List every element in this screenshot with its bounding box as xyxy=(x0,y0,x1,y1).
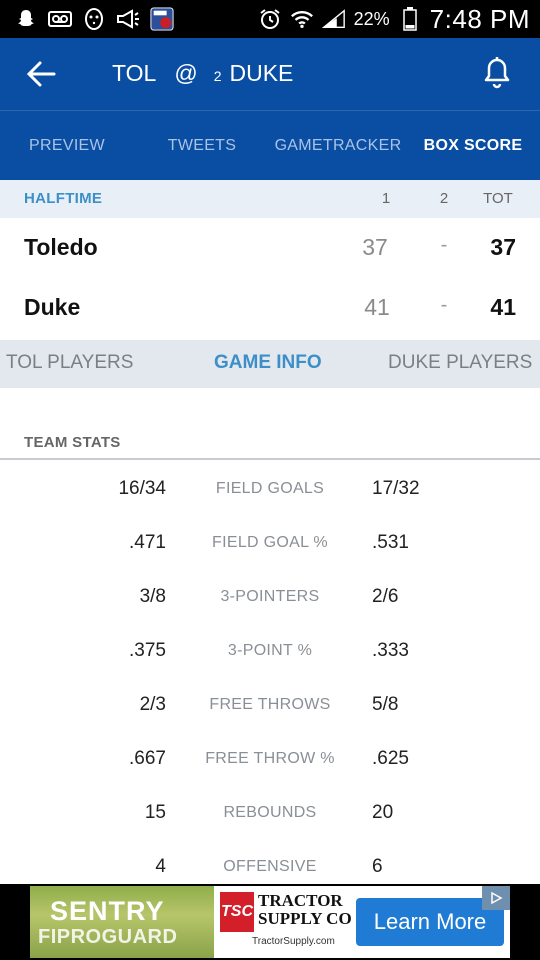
ad-banner: SENTRY FIPROGUARD TSC TRACTOR SUPPLY CO … xyxy=(0,884,540,960)
game-tabs: PREVIEW TWEETS GAMETRACKER BOX SCORE xyxy=(0,110,540,180)
tractor-line2: SUPPLY CO xyxy=(258,909,352,928)
voicemail-icon xyxy=(48,8,72,30)
stat-label: FIELD GOALS xyxy=(215,480,325,497)
subtab-game-info[interactable]: GAME INFO xyxy=(214,352,322,374)
tractor-line1: TRACTOR xyxy=(258,891,343,910)
away-stat-value: .667 xyxy=(129,748,166,769)
ad-product-image: SENTRY FIPROGUARD xyxy=(30,886,214,958)
stat-row: .471 FIELD GOAL % .531 xyxy=(0,514,540,568)
tab-preview[interactable]: PREVIEW xyxy=(0,111,134,181)
system-icons: 22% 7:48 PM xyxy=(258,4,530,34)
home-stat-value: 2/6 xyxy=(372,586,399,607)
stat-label: FREE THROW % xyxy=(205,750,335,767)
wifi-icon xyxy=(290,8,314,30)
stat-label: OFFENSIVE xyxy=(223,858,317,875)
away-stat-value: .471 xyxy=(129,532,166,553)
ad-url: TractorSupply.com xyxy=(252,936,335,947)
tab-box-score[interactable]: BOX SCORE xyxy=(406,111,540,181)
stat-label: FREE THROWS xyxy=(209,696,331,713)
away-stat-value: 15 xyxy=(144,802,166,823)
signal-icon xyxy=(321,8,346,30)
tsc-logo: TSC xyxy=(220,892,254,932)
stat-row: .667 FREE THROW % .625 xyxy=(0,730,540,784)
back-button[interactable] xyxy=(24,58,58,90)
scoreboard-header: HALFTIME 1 2 TOT xyxy=(0,180,540,218)
tractor-supply-wordmark: TRACTOR SUPPLY CO xyxy=(258,892,352,928)
away-stat-value: 3/8 xyxy=(139,586,166,607)
adchoices-icon[interactable] xyxy=(482,886,510,910)
stat-label: 3-POINT % xyxy=(227,642,313,659)
second-half-score: - xyxy=(440,294,448,316)
snapchat-icon xyxy=(14,8,38,30)
home-team-rank: 2 xyxy=(213,68,222,84)
team-stats-heading: TEAM STATS xyxy=(24,434,121,451)
info-subtabs: TOL PLAYERS GAME INFO DUKE PLAYERS xyxy=(0,340,540,388)
total-score: 37 xyxy=(490,234,516,260)
away-stat-value: .375 xyxy=(129,640,166,661)
team-name: Duke xyxy=(24,294,81,320)
col-header-total: TOT xyxy=(483,190,513,207)
arrow-left-icon xyxy=(26,61,56,87)
ad-brand-line2: FIPROGUARD xyxy=(38,926,178,948)
stat-row: 16/34 FIELD GOALS 17/32 xyxy=(0,460,540,514)
app-bar: TOL @ 2 DUKE xyxy=(0,38,540,110)
col-header-second-half: 2 xyxy=(439,190,449,207)
game-status: HALFTIME xyxy=(24,190,103,207)
hockey-mask-icon xyxy=(82,8,106,30)
matchup-title: TOL @ 2 DUKE xyxy=(112,60,293,87)
home-stat-value: .625 xyxy=(372,748,409,769)
at-symbol: @ xyxy=(174,60,198,86)
home-stat-value: .333 xyxy=(372,640,409,661)
home-stat-value: 17/32 xyxy=(372,478,420,499)
stat-row: 3/8 3-POINTERS 2/6 xyxy=(0,568,540,622)
away-stat-value: 2/3 xyxy=(139,694,166,715)
stat-row: 15 REBOUNDS 20 xyxy=(0,784,540,838)
subtab-tol-players[interactable]: TOL PLAYERS xyxy=(6,352,133,374)
bell-icon xyxy=(484,57,510,89)
stat-row: .375 3-POINT % .333 xyxy=(0,622,540,676)
home-stat-value: .531 xyxy=(372,532,409,553)
battery-icon xyxy=(398,7,422,31)
team-name: Toledo xyxy=(24,234,98,260)
total-score: 41 xyxy=(490,294,516,320)
tab-gametracker[interactable]: GAMETRACKER xyxy=(270,111,406,181)
stat-label: FIELD GOAL % xyxy=(212,534,328,551)
alarm-icon xyxy=(258,8,282,30)
col-header-first-half: 1 xyxy=(381,190,391,207)
home-stat-value: 5/8 xyxy=(372,694,399,715)
away-team-abbr: TOL xyxy=(112,60,157,86)
away-stat-value: 4 xyxy=(155,856,166,877)
battery-percent: 22% xyxy=(353,8,390,29)
notification-icons xyxy=(14,6,174,32)
stat-label: 3-POINTERS xyxy=(220,588,320,605)
home-team-abbr: DUKE xyxy=(229,60,294,86)
first-half-score: 41 xyxy=(364,294,390,320)
ad-brand-line1: SENTRY xyxy=(50,896,165,926)
away-stat-value: 16/34 xyxy=(118,478,166,499)
pba-app-icon xyxy=(150,7,174,31)
second-half-score: - xyxy=(440,234,448,256)
scoreboard-row-duke: Duke 41 - 41 xyxy=(0,278,540,338)
stat-label: REBOUNDS xyxy=(223,804,317,821)
ad-creative[interactable]: SENTRY FIPROGUARD TSC TRACTOR SUPPLY CO … xyxy=(30,886,510,958)
first-half-score: 37 xyxy=(362,234,388,260)
subtab-duke-players[interactable]: DUKE PLAYERS xyxy=(388,352,532,374)
scoreboard-row-toledo: Toledo 37 - 37 xyxy=(0,218,540,278)
stat-row: 2/3 FREE THROWS 5/8 xyxy=(0,676,540,730)
home-stat-value: 6 xyxy=(372,856,383,877)
tab-tweets[interactable]: TWEETS xyxy=(134,111,270,181)
notifications-button[interactable] xyxy=(482,56,512,90)
home-stat-value: 20 xyxy=(372,802,394,823)
clock: 7:48 PM xyxy=(429,3,530,34)
megaphone-icon xyxy=(116,8,140,30)
status-bar: 22% 7:48 PM xyxy=(0,0,540,38)
